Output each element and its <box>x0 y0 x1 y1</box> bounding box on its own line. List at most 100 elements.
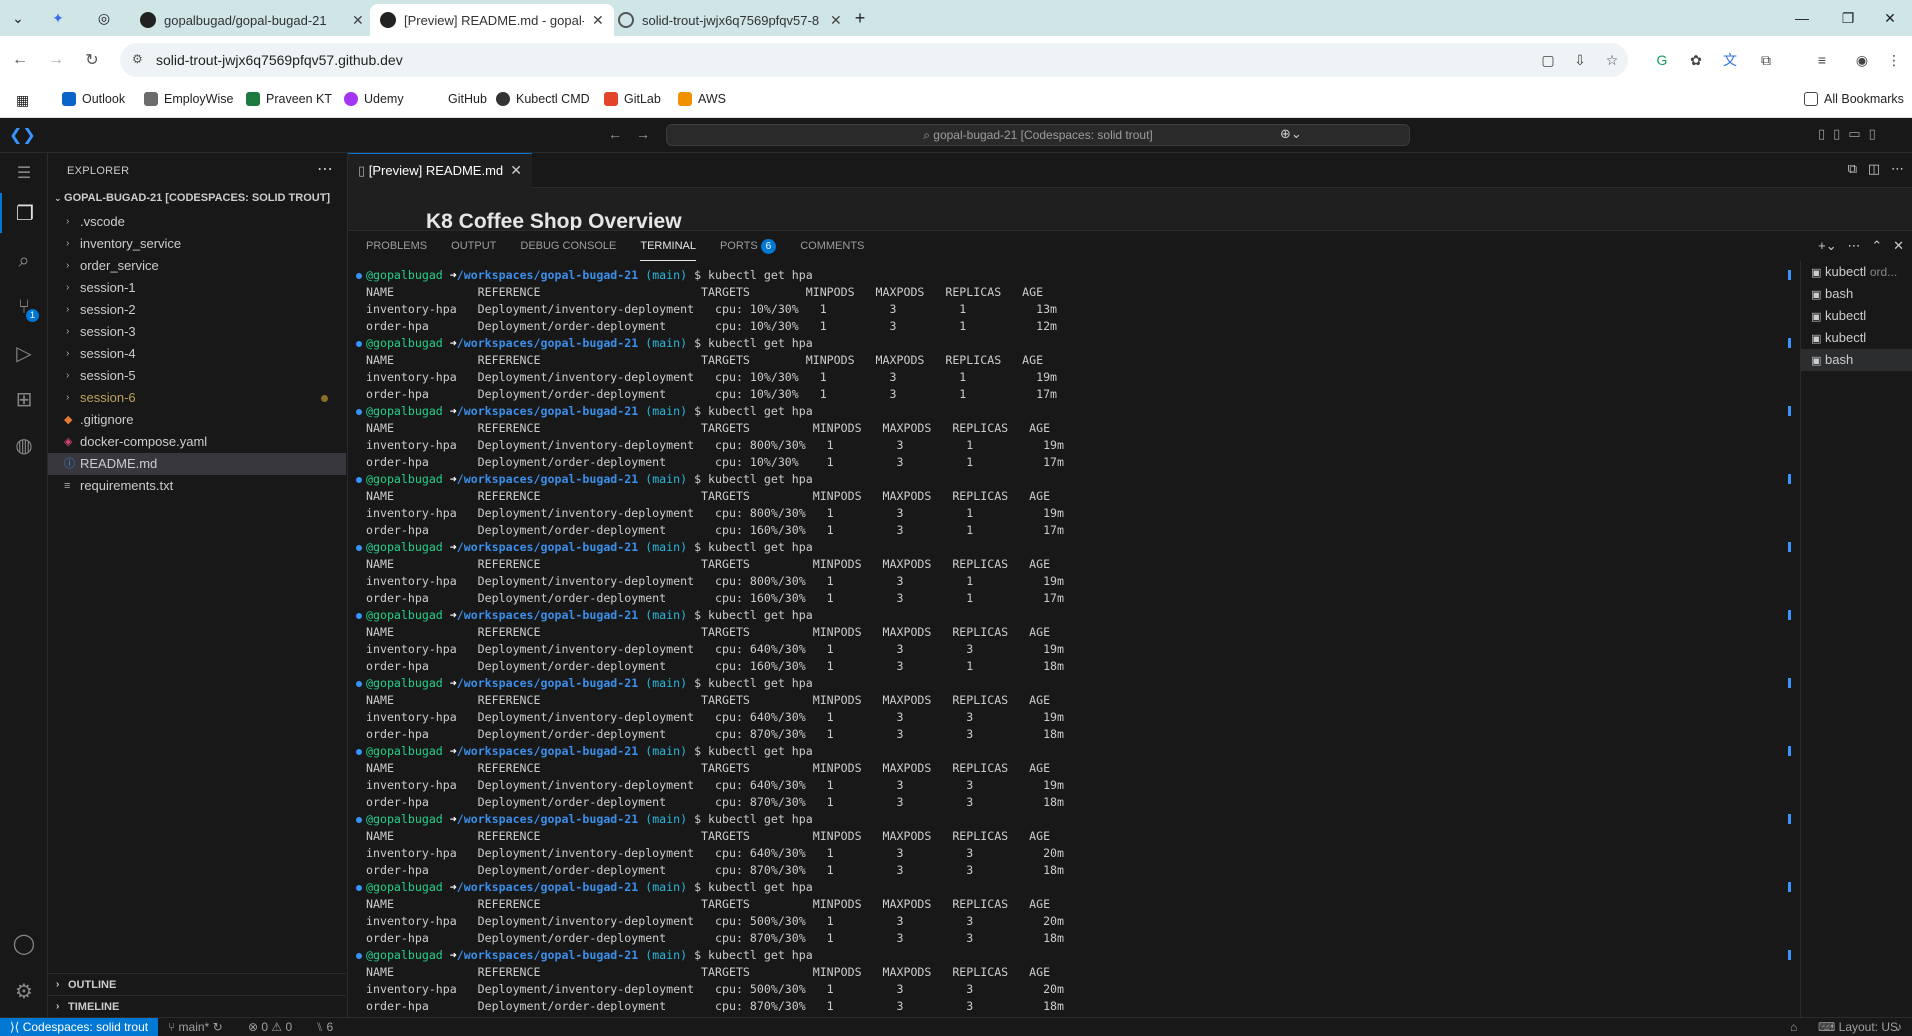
editor-actions[interactable]: ⧉ ◫ ⋯ <box>1848 161 1904 177</box>
command-decoration-icon[interactable] <box>356 749 362 755</box>
copilot-icon[interactable]: ⊕⌄ <box>1280 126 1302 142</box>
command-decoration-icon[interactable] <box>356 885 362 891</box>
gear-icon[interactable]: ⚙ <box>0 971 48 1011</box>
bell-icon[interactable]: ⌂ <box>1790 1018 1797 1036</box>
maximize-panel-icon[interactable]: ⌃ <box>1871 238 1882 253</box>
site-info-icon[interactable]: ⚙ <box>132 52 143 66</box>
terminal-output[interactable]: @gopalbugad ➜/workspaces/gopal-bugad-21 … <box>356 267 1786 1012</box>
tab-ports[interactable]: PORTS 6 <box>720 231 777 261</box>
tab-output[interactable]: OUTPUT <box>451 231 496 261</box>
tab-debug-console[interactable]: DEBUG CONSOLE <box>520 231 616 261</box>
install-app-icon[interactable]: ⇩ <box>1570 50 1590 70</box>
command-decoration-icon[interactable] <box>356 477 362 483</box>
tree-item-vscode[interactable]: › .vscode <box>48 211 346 233</box>
minimize-button[interactable]: — <box>1780 0 1824 36</box>
restore-button[interactable]: ❐ <box>1826 0 1870 36</box>
terminal-list-item[interactable]: ▣ bash <box>1801 349 1912 371</box>
run-debug-icon[interactable]: ▷ <box>0 333 48 373</box>
tree-item-readme[interactable]: ⓘ README.md <box>48 453 346 475</box>
close-icon[interactable]: ✕ <box>510 154 522 187</box>
more-actions-icon[interactable]: ⋯ <box>317 159 333 179</box>
split-editor-icon[interactable]: ◫ <box>1868 161 1880 176</box>
notifications-icon[interactable]: ♪ <box>1896 1018 1902 1036</box>
command-decoration-icon[interactable] <box>356 545 362 551</box>
github-icon[interactable]: ◍ <box>0 425 48 465</box>
tree-item-gitignore[interactable]: ◆ .gitignore <box>48 409 346 431</box>
open-source-icon[interactable]: ⧉ <box>1848 161 1857 176</box>
tab-github-repo[interactable]: gopalbugad/gopal-bugad-21 ✕ <box>130 4 374 36</box>
command-decoration-icon[interactable] <box>356 817 362 823</box>
tree-item-session-1[interactable]: › session-1 <box>48 277 346 299</box>
tree-item-inventory-service[interactable]: › inventory_service <box>48 233 346 255</box>
bookmark-praveen-kt[interactable]: Praveen KT <box>246 92 332 106</box>
media-icon[interactable]: ≡ <box>1812 50 1832 70</box>
account-icon[interactable]: ◯ <box>0 923 48 963</box>
clipboard-icon[interactable]: ▢ <box>1538 50 1558 70</box>
tree-item-session-5[interactable]: › session-5 <box>48 365 346 387</box>
problems-indicator[interactable]: ⊗ 0 ⚠ 0 <box>248 1018 292 1036</box>
tree-item-docker-compose[interactable]: ◈ docker-compose.yaml <box>48 431 346 453</box>
puzzle-icon[interactable]: ⧉ <box>1756 50 1776 70</box>
command-decoration-icon[interactable] <box>356 613 362 619</box>
command-decoration-icon[interactable] <box>356 681 362 687</box>
all-bookmarks[interactable]: All Bookmarks <box>1804 92 1904 106</box>
workspace-root[interactable]: ⌄ GOPAL-BUGAD-21 [CODESPACES: SOLID TROU… <box>54 192 330 204</box>
remote-indicator[interactable]: ⟩⟨ Codespaces: solid trout <box>0 1018 159 1036</box>
ports-indicator[interactable]: ⑊ 6 <box>316 1018 333 1036</box>
close-panel-icon[interactable]: ✕ <box>1893 238 1904 253</box>
editor-tab-readme-preview[interactable]: ▯ [Preview] README.md ✕ <box>348 153 532 188</box>
grammarly-icon[interactable]: G <box>1652 50 1672 70</box>
terminal-list-item[interactable]: ▣ kubectl <box>1801 327 1912 349</box>
pinned-tab-icon[interactable]: ◎ <box>86 0 122 36</box>
new-tab-button[interactable]: + <box>836 0 884 36</box>
source-control-icon[interactable]: ⑂ 1 <box>0 287 48 327</box>
bookmark-github[interactable]: GitHub <box>428 92 487 106</box>
close-window-button[interactable]: ✕ <box>1868 0 1912 36</box>
translate-icon[interactable]: 文 <box>1720 50 1740 70</box>
gemini-icon[interactable]: ✦ <box>40 0 76 36</box>
terminal-list-item[interactable]: ▣ bash <box>1801 283 1912 305</box>
tab-problems[interactable]: PROBLEMS <box>366 231 427 261</box>
address-bar[interactable]: ⚙ solid-trout-jwjx6q7569pfqv57.github.de… <box>120 43 1628 77</box>
reload-button[interactable]: ↻ <box>80 48 104 72</box>
bookmark-udemy[interactable]: Udemy <box>344 92 404 106</box>
command-decoration-icon[interactable] <box>356 341 362 347</box>
new-terminal-icon[interactable]: +⌄ <box>1818 238 1836 253</box>
tab-search-icon[interactable]: ⌄ <box>0 0 36 36</box>
bookmark-kubectl-cmd[interactable]: Kubectl CMD <box>496 92 590 106</box>
explorer-icon[interactable]: ❐ <box>0 193 48 233</box>
outline-section[interactable]: › OUTLINE <box>48 973 346 995</box>
extensions-icon[interactable]: ⊞ <box>0 379 48 419</box>
bookmark-star-icon[interactable]: ☆ <box>1602 50 1622 70</box>
tree-item-session-6[interactable]: › session-6 <box>48 387 346 409</box>
forward-button[interactable]: → <box>44 48 68 72</box>
bookmark-outlook[interactable]: Outlook <box>62 92 125 106</box>
extension-icon[interactable]: ✿ <box>1686 50 1706 70</box>
layout-indicator[interactable]: ⌨ Layout: US <box>1818 1018 1898 1036</box>
command-decoration-icon[interactable] <box>356 953 362 959</box>
more-actions-icon[interactable]: ⋯ <box>1848 238 1861 253</box>
command-decoration-icon[interactable] <box>356 273 362 279</box>
more-actions-icon[interactable]: ⋯ <box>1891 161 1904 176</box>
tree-item-session-3[interactable]: › session-3 <box>48 321 346 343</box>
bookmark-aws[interactable]: AWS <box>678 92 726 106</box>
menu-icon[interactable]: ☰ <box>0 153 48 193</box>
command-decoration-icon[interactable] <box>356 409 362 415</box>
nav-back-icon[interactable]: ← <box>608 126 622 142</box>
timeline-section[interactable]: › TIMELINE <box>48 995 346 1017</box>
tab-comments[interactable]: COMMENTS <box>800 231 864 261</box>
bookmark-gitlab[interactable]: GitLab <box>604 92 661 106</box>
nav-forward-icon[interactable]: → <box>636 126 650 142</box>
tree-item-order-service[interactable]: › order_service <box>48 255 346 277</box>
close-icon[interactable]: ✕ <box>352 12 364 29</box>
apps-icon[interactable]: ▦ <box>16 92 29 109</box>
tab-readme-preview[interactable]: [Preview] README.md - gopal-b ✕ <box>370 4 614 36</box>
tree-item-session-4[interactable]: › session-4 <box>48 343 346 365</box>
bookmark-employwise[interactable]: EmployWise <box>144 92 233 106</box>
search-icon[interactable]: ⌕ <box>0 241 48 281</box>
tab-terminal[interactable]: TERMINAL <box>640 231 696 261</box>
back-button[interactable]: ← <box>8 48 32 72</box>
tree-item-session-2[interactable]: › session-2 <box>48 299 346 321</box>
close-icon[interactable]: ✕ <box>592 12 604 29</box>
terminal-list-item[interactable]: ▣ kubectl <box>1801 305 1912 327</box>
